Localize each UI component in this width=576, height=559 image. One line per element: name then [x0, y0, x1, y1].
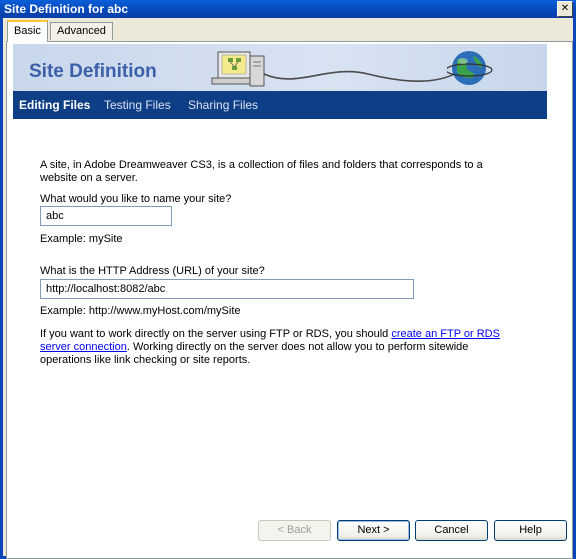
help-button[interactable]: Help	[494, 520, 567, 541]
cancel-button[interactable]: Cancel	[415, 520, 488, 541]
title-bar[interactable]: Site Definition for abc ✕	[0, 0, 576, 18]
nav-testing-files[interactable]: Testing Files	[104, 98, 171, 112]
tab-advanced[interactable]: Advanced	[50, 22, 113, 40]
site-name-example: Example: mySite	[40, 233, 123, 245]
ftp-info-before: If you want to work directly on the serv…	[40, 328, 392, 340]
nav-editing-files[interactable]: Editing Files	[13, 98, 90, 112]
site-url-input[interactable]: http://localhost:8082/abc	[40, 279, 414, 299]
section-nav: Editing Files Testing Files Sharing File…	[13, 91, 547, 119]
dialog-window: Basic Advanced Site Definition Editing F…	[0, 18, 576, 559]
globe-icon	[447, 51, 493, 85]
intro-text: A site, in Adobe Dreamweaver CS3, is a c…	[40, 159, 483, 184]
site-url-example: Example: http://www.myHost.com/mySite	[40, 305, 241, 317]
site-name-input[interactable]: abc	[40, 206, 172, 226]
window-title: Site Definition for abc	[4, 2, 129, 16]
banner-title: Site Definition	[29, 61, 157, 82]
site-name-label: What would you like to name your site?	[40, 193, 232, 205]
site-url-label: What is the HTTP Address (URL) of your s…	[40, 265, 265, 277]
tab-basic[interactable]: Basic	[7, 20, 48, 42]
tab-panel: Site Definition Editing Files Testing Fi…	[6, 41, 573, 559]
next-button[interactable]: Next >	[337, 520, 410, 541]
back-button[interactable]: < Back	[258, 520, 331, 541]
ftp-info-text: If you want to work directly on the serv…	[40, 328, 510, 367]
close-icon[interactable]: ✕	[557, 1, 573, 17]
banner: Site Definition	[13, 44, 547, 96]
nav-sharing-files[interactable]: Sharing Files	[188, 98, 258, 112]
